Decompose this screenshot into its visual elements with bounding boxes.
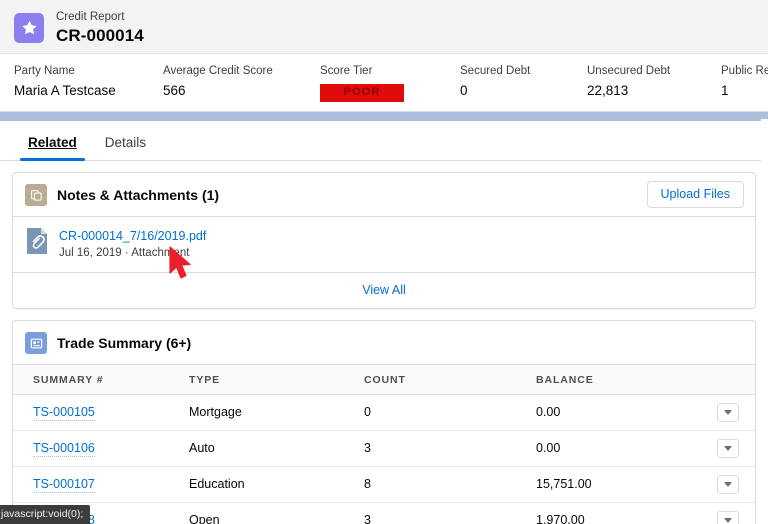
browser-status-bar: javascript:void(0); xyxy=(0,505,91,524)
page-right-gutter xyxy=(761,119,768,524)
highlight-score-tier: Score Tier POOR xyxy=(320,63,460,111)
row-actions-button[interactable] xyxy=(717,511,739,524)
salesforce-record-page: Credit Report CR-000014 Party Name Maria… xyxy=(0,0,768,524)
record-title-block: Credit Report CR-000014 xyxy=(56,10,144,46)
cell-balance: 0.00 xyxy=(528,394,709,431)
field-label: Unsecured Debt xyxy=(587,65,671,77)
record-detail-icon xyxy=(25,332,47,354)
chevron-down-icon xyxy=(724,446,732,451)
highlight-public-records: Public Re 1 xyxy=(721,63,768,111)
upload-files-button[interactable]: Upload Files xyxy=(646,181,744,208)
field-value: Maria A Testcase xyxy=(14,83,116,98)
highlight-party-name: Party Name Maria A Testcase xyxy=(0,63,163,111)
object-label: Credit Report xyxy=(56,10,125,23)
attachment-file-icon xyxy=(27,228,47,254)
card-title: Trade Summary (6+) xyxy=(57,335,192,351)
view-all-link[interactable]: View All xyxy=(362,283,406,297)
field-value: 0 xyxy=(460,83,468,98)
record-header: Credit Report CR-000014 xyxy=(0,0,768,54)
notes-attachments-card: Notes & Attachments (1) Upload Files CR-… xyxy=(12,172,756,309)
table-body: TS-000105 Mortgage 0 0.00 TS-000106 Auto… xyxy=(13,394,755,524)
cell-count: 3 xyxy=(356,502,528,524)
cell-balance: 1,970.00 xyxy=(528,502,709,524)
chevron-down-icon xyxy=(724,410,732,415)
star-icon xyxy=(14,12,44,43)
field-label: Average Credit Score xyxy=(163,65,273,77)
field-label: Public Re xyxy=(721,65,768,77)
row-actions-button[interactable] xyxy=(717,403,739,422)
attachment-name-link[interactable]: CR-000014_7/16/2019.pdf xyxy=(59,228,206,244)
summary-number-link[interactable]: TS-000106 xyxy=(33,441,95,457)
card-header: Notes & Attachments (1) Upload Files xyxy=(13,173,755,217)
table-header-row: SUMMARY # TYPE COUNT BALANCE xyxy=(13,365,755,395)
column-header-type[interactable]: TYPE xyxy=(181,365,356,395)
chevron-down-icon xyxy=(724,518,732,523)
column-header-actions xyxy=(709,365,755,395)
cell-count: 0 xyxy=(356,394,528,431)
related-content: Notes & Attachments (1) Upload Files CR-… xyxy=(0,161,768,524)
column-header-count[interactable]: COUNT xyxy=(356,365,528,395)
field-value: 22,813 xyxy=(587,83,629,98)
table-row[interactable]: TS-000105 Mortgage 0 0.00 xyxy=(13,394,755,431)
cell-balance: 15,751.00 xyxy=(528,466,709,503)
field-label: Party Name xyxy=(14,65,75,77)
page-title: CR-000014 xyxy=(56,25,144,45)
card-header: Trade Summary (6+) xyxy=(13,321,755,365)
field-label: Score Tier xyxy=(320,65,373,77)
highlights-panel: Party Name Maria A Testcase Average Cred… xyxy=(0,54,768,112)
attachment-list-item[interactable]: CR-000014_7/16/2019.pdf Jul 16, 2019 · A… xyxy=(13,217,755,272)
field-label: Secured Debt xyxy=(460,65,531,77)
trade-summary-card: Trade Summary (6+) SUMMARY # TYPE COUNT … xyxy=(12,320,756,524)
trade-summary-table: SUMMARY # TYPE COUNT BALANCE TS-000105 M… xyxy=(13,365,755,524)
field-value: 1 xyxy=(721,83,729,98)
table-row[interactable]: TS-000107 Education 8 15,751.00 xyxy=(13,466,755,503)
card-title: Notes & Attachments (1) xyxy=(57,187,220,203)
cell-type: Mortgage xyxy=(181,394,356,431)
chevron-down-icon xyxy=(724,482,732,487)
table-row[interactable]: TS-000106 Auto 3 0.00 xyxy=(13,430,755,467)
table-row[interactable]: TS-000108 Open 3 1,970.00 xyxy=(13,502,755,524)
cell-type: Auto xyxy=(181,430,356,467)
cell-count: 8 xyxy=(356,466,528,503)
attachment-meta: Jul 16, 2019 · Attachment xyxy=(59,247,190,259)
summary-number-link[interactable]: TS-000107 xyxy=(33,477,95,493)
table-header: SUMMARY # TYPE COUNT BALANCE xyxy=(13,365,755,395)
row-actions-button[interactable] xyxy=(717,475,739,494)
summary-number-link[interactable]: TS-000105 xyxy=(33,405,95,421)
card-footer: View All xyxy=(13,272,755,308)
tab-details[interactable]: Details xyxy=(91,135,160,160)
cell-type: Education xyxy=(181,466,356,503)
highlight-unsecured-debt: Unsecured Debt 22,813 xyxy=(587,63,721,111)
cell-balance: 0.00 xyxy=(528,430,709,467)
row-actions-button[interactable] xyxy=(717,439,739,458)
file-copy-icon xyxy=(25,184,47,206)
highlight-secured-debt: Secured Debt 0 xyxy=(460,63,587,111)
attachment-text: CR-000014_7/16/2019.pdf Jul 16, 2019 · A… xyxy=(59,227,206,261)
status-badge: POOR xyxy=(320,84,404,102)
record-tabs: Related Details xyxy=(0,121,768,161)
section-divider xyxy=(0,112,768,121)
cell-type: Open xyxy=(181,502,356,524)
highlight-average-credit-score: Average Credit Score 566 xyxy=(163,63,320,111)
column-header-balance[interactable]: BALANCE xyxy=(528,365,709,395)
column-header-summary[interactable]: SUMMARY # xyxy=(13,365,181,395)
cell-count: 3 xyxy=(356,430,528,467)
tab-related[interactable]: Related xyxy=(14,135,91,161)
field-value: 566 xyxy=(163,83,186,98)
